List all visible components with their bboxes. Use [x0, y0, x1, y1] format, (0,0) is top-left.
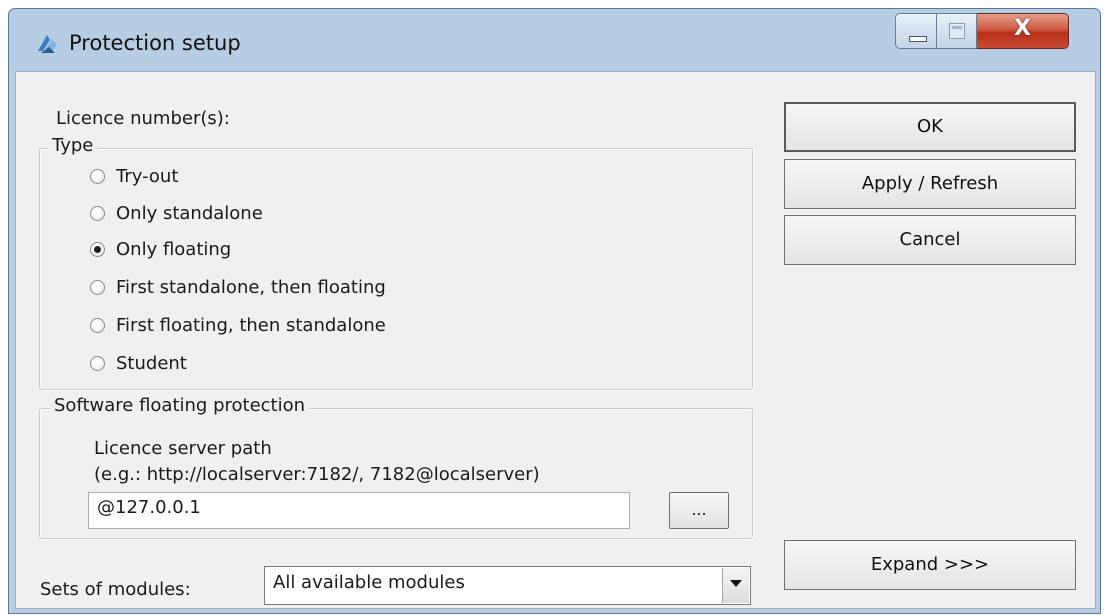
protection-setup-window: Protection setup X Licence number(s): Ty… [8, 8, 1101, 614]
radio-button[interactable] [90, 318, 105, 333]
minimize-icon [909, 36, 927, 42]
radio-button-selected[interactable] [90, 242, 105, 257]
radio-label: Try-out [116, 166, 179, 187]
app-logo-icon [38, 35, 57, 53]
licence-server-path-input[interactable]: @127.0.0.1 [88, 492, 630, 529]
dropdown-selected-value: All available modules [273, 572, 465, 593]
radio-label: Student [116, 353, 187, 374]
radio-button[interactable] [90, 206, 105, 221]
radio-button[interactable] [90, 280, 105, 295]
licence-server-path-hint: (e.g.: http://localserver:7182/, 7182@lo… [94, 464, 540, 485]
radio-label: Only floating [116, 239, 232, 260]
apply-refresh-button[interactable]: Apply / Refresh [784, 159, 1076, 209]
radio-button[interactable] [90, 356, 105, 371]
chevron-down-icon[interactable] [722, 568, 749, 603]
close-button[interactable]: X [977, 13, 1069, 49]
cancel-button-label: Cancel [899, 229, 961, 250]
expand-button[interactable]: Expand >>> [784, 540, 1076, 590]
ok-button[interactable]: OK [784, 102, 1076, 152]
type-group-legend: Type [48, 135, 98, 156]
radio-label: First floating, then standalone [116, 315, 386, 336]
radio-button[interactable] [90, 169, 105, 184]
minimize-button[interactable] [895, 13, 937, 49]
dialog-client-area: Licence number(s): Type Software floatin… [15, 71, 1096, 609]
title-bar[interactable]: Protection setup X [9, 9, 1100, 71]
software-floating-legend: Software floating protection [50, 395, 310, 416]
sets-of-modules-label: Sets of modules: [40, 579, 191, 600]
expand-button-label: Expand >>> [870, 554, 990, 575]
radio-label: Only standalone [116, 203, 263, 224]
browse-button[interactable]: ... [669, 492, 729, 529]
apply-refresh-button-label: Apply / Refresh [861, 173, 999, 194]
maximize-icon [949, 23, 965, 39]
window-title: Protection setup [69, 31, 241, 55]
ok-button-label: OK [917, 116, 943, 137]
sets-of-modules-dropdown[interactable]: All available modules [264, 566, 751, 605]
cancel-button[interactable]: Cancel [784, 215, 1076, 265]
radio-label: First standalone, then floating [116, 277, 386, 298]
licence-server-path-label: Licence server path [94, 438, 272, 459]
close-icon: X [1014, 16, 1031, 41]
licence-number-label: Licence number(s): [56, 108, 230, 129]
maximize-button[interactable] [937, 13, 977, 49]
